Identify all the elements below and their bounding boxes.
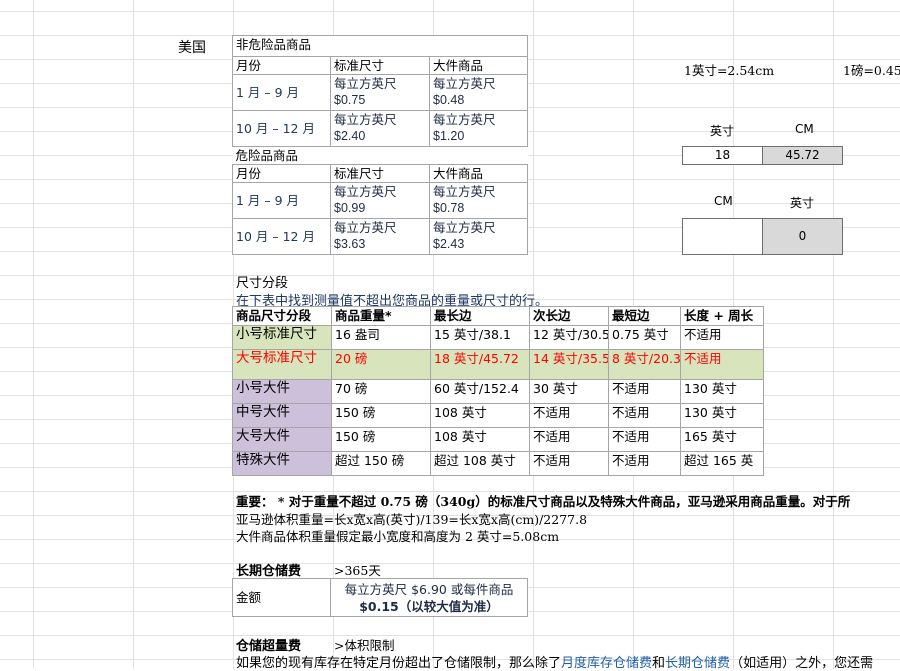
- girth-cell: 不适用: [680, 325, 764, 350]
- median-cell: 不适用: [529, 403, 609, 428]
- price-cell: 每立方英尺 $3.63: [330, 218, 430, 255]
- longest-cell: 108 英寸: [430, 403, 530, 428]
- median-cell: 不适用: [529, 427, 609, 452]
- col-tier: 商品尺寸分段: [232, 306, 332, 326]
- header-standard: 标准尺寸: [330, 164, 430, 183]
- size-tier-title: 尺寸分段: [236, 276, 289, 291]
- header-large: 大件商品: [428, 56, 529, 75]
- cm-label: CM: [795, 122, 814, 136]
- amount-label: 金额: [232, 578, 331, 617]
- median-cell: 12 英寸/30.5: [529, 325, 609, 350]
- long-term-table: 金额 每立方英尺 $6.90 或每件商品 $0.15（以较大值为准）: [232, 578, 528, 617]
- amount-value: 每立方英尺 $6.90 或每件商品 $0.15（以较大值为准）: [330, 578, 528, 617]
- month-cell: 10 月 – 12 月: [232, 218, 331, 255]
- girth-cell: 超过 165 英: [680, 451, 764, 476]
- longest-cell: 60 英寸/152.4: [430, 379, 530, 404]
- girth-cell: 130 英寸: [680, 403, 764, 428]
- median-cell: 30 英寸: [529, 379, 609, 404]
- col-weight: 商品重量*: [331, 306, 431, 326]
- girth-cell: 不适用: [680, 349, 764, 380]
- tier-cell: 特殊大件: [232, 451, 332, 476]
- header-large: 大件商品: [428, 164, 529, 183]
- weight-cell: 150 磅: [331, 427, 431, 452]
- median-cell: 14 英寸/35.5: [529, 349, 609, 380]
- header-standard: 标准尺寸: [330, 56, 430, 75]
- weight-cell: 70 磅: [331, 379, 431, 404]
- month-cell: 10 月 – 12 月: [232, 110, 331, 147]
- cm-input-cell[interactable]: [682, 218, 763, 255]
- header-month: 月份: [232, 164, 331, 183]
- shortest-cell: 不适用: [608, 379, 681, 404]
- weight-cell: 16 盎司: [331, 325, 431, 350]
- inch-result-cell: 0: [762, 218, 843, 255]
- shortest-cell: 不适用: [608, 403, 681, 428]
- price-cell: 每立方英尺 $0.99: [330, 182, 430, 219]
- longest-cell: 超过 108 英寸: [430, 451, 530, 476]
- overage-text: 如果您的现有库存在特定月份超出了仓储限制，那么除了月度库存仓储费和长期仓储费（如…: [236, 656, 874, 671]
- price-cell: 每立方英尺 $2.40: [330, 110, 430, 147]
- important-note: 重要： * 对于重量不超过 0.75 磅（340g）的标准尺寸商品以及特殊大件商…: [236, 494, 851, 509]
- girth-cell: 165 英寸: [680, 427, 764, 452]
- price-cell: 每立方英尺 $0.75: [330, 74, 430, 111]
- cm-result-cell: 45.72: [762, 146, 843, 165]
- inch-input-cell[interactable]: 18: [682, 146, 763, 165]
- longest-cell: 18 英寸/45.72: [430, 349, 530, 380]
- lb-note: 1磅=0.45: [843, 63, 900, 78]
- shortest-cell: 不适用: [608, 451, 681, 476]
- non-dangerous-table: 非危险品商品 月份 标准尺寸 大件商品 1 月 – 9 月 每立方英尺 $0.75…: [231, 35, 529, 255]
- price-cell: 每立方英尺 $0.78: [428, 182, 529, 219]
- inch-cm-note: 1英寸=2.54cm: [684, 63, 775, 78]
- longest-cell: 108 英寸: [430, 427, 530, 452]
- cm-label-2: CM: [714, 194, 733, 208]
- longest-cell: 15 英寸/38.1: [430, 325, 530, 350]
- size-tier-table: 商品尺寸分段 商品重量* 最长边 次长边 最短边 长度 + 周长 小号标准尺寸 …: [232, 306, 764, 476]
- tier-cell: 小号标准尺寸: [232, 325, 332, 350]
- long-term-title: 长期仓储费: [236, 564, 302, 579]
- weight-cell: 150 磅: [331, 403, 431, 428]
- col-girth: 长度 + 周长: [680, 306, 764, 326]
- price-cell: 每立方英尺 $1.20: [428, 110, 529, 147]
- shortest-cell: 0.75 英寸: [608, 325, 681, 350]
- month-cell: 1 月 – 9 月: [232, 182, 331, 219]
- tier-cell: 大号标准尺寸: [232, 349, 332, 380]
- inch-label-2: 英寸: [790, 196, 815, 210]
- weight-cell: 20 磅: [331, 349, 431, 380]
- inch-label: 英寸: [710, 124, 735, 138]
- shortest-cell: 8 英寸/20.3: [608, 349, 681, 380]
- price-cell: 每立方英尺 $0.48: [428, 74, 529, 111]
- month-cell: 1 月 – 9 月: [232, 74, 331, 111]
- dangerous-title: 危险品商品: [232, 146, 528, 165]
- tier-cell: 中号大件: [232, 403, 332, 428]
- header-month: 月份: [232, 56, 331, 75]
- shortest-cell: 不适用: [608, 427, 681, 452]
- country-label: 美国: [178, 40, 206, 56]
- col-median: 次长边: [529, 306, 609, 326]
- col-longest: 最长边: [430, 306, 530, 326]
- non-dangerous-title: 非危险品商品: [231, 35, 529, 57]
- tier-cell: 大号大件: [232, 427, 332, 452]
- min-dims-note: 大件商品体积重量假定最小宽度和高度为 2 英寸=5.08cm: [236, 529, 560, 544]
- weight-cell: 超过 150 磅: [331, 451, 431, 476]
- median-cell: 不适用: [529, 451, 609, 476]
- price-cell: 每立方英尺 $2.43: [428, 218, 529, 255]
- long-term-period: >365天: [334, 563, 381, 578]
- col-shortest: 最短边: [608, 306, 681, 326]
- girth-cell: 130 英寸: [680, 379, 764, 404]
- tier-cell: 小号大件: [232, 379, 332, 404]
